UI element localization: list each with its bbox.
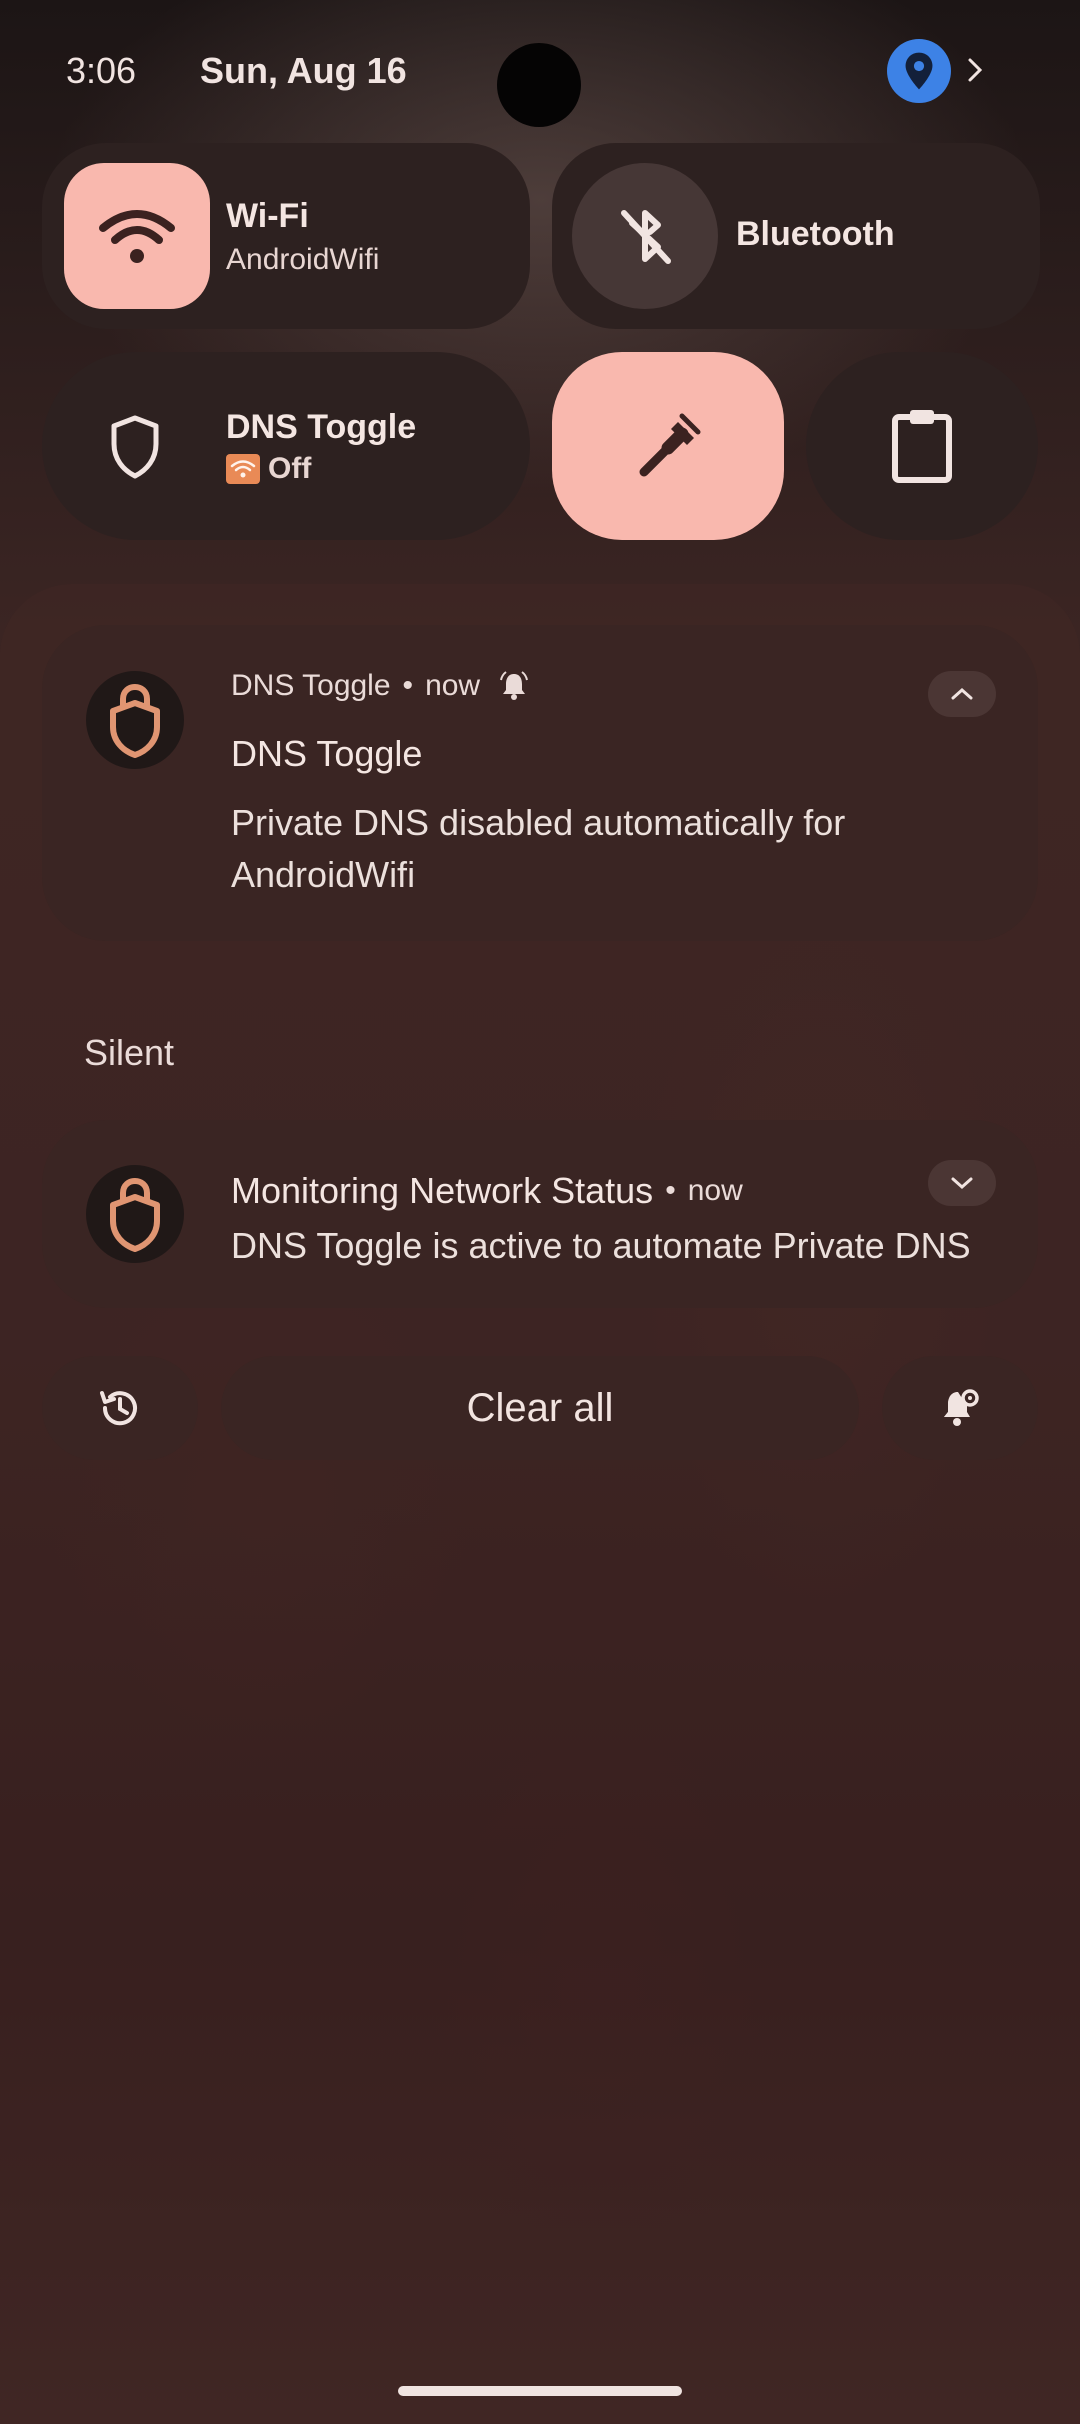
notification-history-button[interactable]: [42, 1356, 198, 1460]
clear-all-label: Clear all: [466, 1385, 614, 1430]
location-pin-icon: [905, 52, 933, 90]
collapse-button[interactable]: [928, 671, 996, 717]
date[interactable]: Sun, Aug 16: [200, 50, 407, 92]
notification-title: DNS Toggle: [231, 733, 423, 774]
separator-dot: •: [665, 1174, 676, 1207]
status-bar: 3:06 Sun, Aug 16: [0, 0, 1080, 140]
notification-body: DNS Toggle is active to automate Private…: [231, 1225, 971, 1266]
wifi-title: Wi-Fi: [226, 197, 309, 235]
separator-dot: •: [402, 669, 414, 702]
app-icon: [86, 1165, 184, 1263]
notification-settings-button[interactable]: [882, 1356, 1038, 1460]
notification-header: DNS Toggle • now: [231, 669, 530, 703]
history-icon: [100, 1391, 137, 1426]
silent-section-label: Silent: [84, 1032, 175, 1073]
location-indicator[interactable]: [887, 39, 951, 103]
clipboard-icon: [892, 410, 952, 483]
expand-button[interactable]: [928, 1160, 996, 1206]
clear-all-button[interactable]: Clear all: [221, 1356, 859, 1460]
bell-settings-icon: [944, 1389, 979, 1426]
bluetooth-toggle[interactable]: [572, 163, 718, 309]
notification-monitoring[interactable]: Monitoring Network Status • now DNS Togg…: [42, 1120, 1038, 1308]
notification-time: now: [687, 1174, 743, 1207]
wifi-toggle[interactable]: [64, 163, 210, 309]
bluetooth-off-icon: [621, 210, 671, 264]
tool-tile[interactable]: [552, 352, 784, 540]
shield-lock-icon: [110, 683, 160, 758]
app-name: DNS Toggle: [231, 669, 391, 702]
chevron-down-icon: [951, 1177, 973, 1190]
clock: 3:06: [66, 50, 137, 91]
clipboard-tile[interactable]: [806, 352, 1038, 540]
wifi-badge-icon: [226, 454, 260, 484]
notification-dns-alert[interactable]: DNS Toggle • now DNS Toggle Private DNS …: [42, 625, 1038, 941]
wifi-tile[interactable]: Wi-Fi AndroidWifi: [42, 143, 530, 329]
notification-header: Monitoring Network Status • now: [231, 1170, 743, 1212]
chevron-right-icon[interactable]: [960, 50, 990, 90]
dns-toggle-status: Off: [226, 452, 311, 486]
wifi-icon: [99, 210, 175, 263]
notification-body: Private DNS disabled automatically for A…: [231, 802, 846, 895]
dns-toggle-title: DNS Toggle: [226, 408, 417, 446]
alerting-bell-icon: [498, 670, 530, 702]
home-indicator[interactable]: [398, 2386, 682, 2396]
chevron-up-icon: [951, 687, 973, 700]
notification-time: now: [425, 669, 481, 702]
wrench-icon: [639, 413, 701, 477]
bluetooth-tile[interactable]: Bluetooth: [552, 143, 1040, 329]
wifi-network-name: AndroidWifi: [226, 243, 380, 276]
app-icon: [86, 671, 184, 769]
dns-toggle-state: Off: [268, 452, 312, 485]
dns-toggle-tile[interactable]: DNS Toggle Off: [42, 352, 530, 540]
bluetooth-title: Bluetooth: [736, 215, 895, 253]
shield-icon: [111, 415, 159, 479]
shield-lock-icon: [110, 1177, 160, 1252]
camera-cutout: [497, 43, 581, 127]
notification-title: Monitoring Network Status: [231, 1170, 654, 1211]
